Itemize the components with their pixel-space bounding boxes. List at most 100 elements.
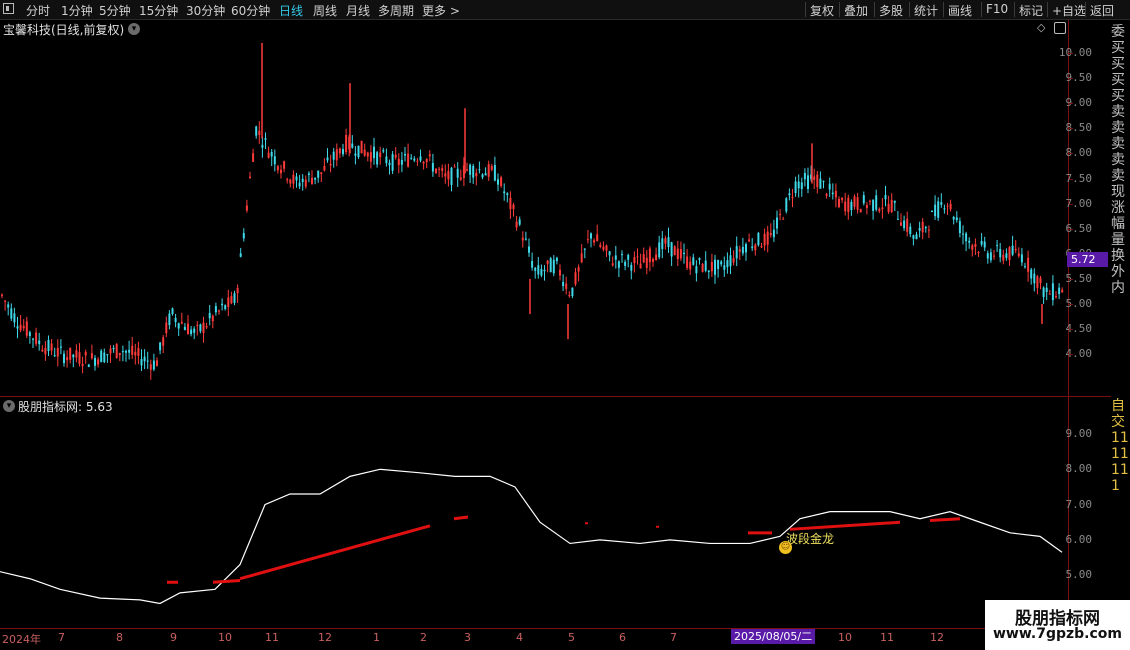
candle-body [695, 266, 698, 274]
diamond-icon[interactable]: ◇ [1037, 21, 1045, 34]
main-y-tick [1069, 153, 1073, 155]
toolbar-button-3[interactable]: 统计 [914, 2, 938, 19]
period-tab-2[interactable]: 5分钟 [99, 2, 131, 19]
candle-body [986, 253, 989, 259]
candle-body [540, 269, 543, 276]
period-tab-9[interactable]: 多周期 [378, 2, 414, 19]
x-tick-label: 1 [373, 631, 380, 644]
toolbar-button-5[interactable]: F10 [986, 2, 1008, 16]
candle-body [1024, 266, 1026, 268]
toolbar-button-1[interactable]: 叠加 [844, 2, 868, 19]
candle-body [69, 347, 72, 360]
candle-body [1058, 287, 1061, 295]
candle-body [943, 208, 946, 210]
candle-body [580, 253, 583, 263]
candle-body [342, 149, 344, 155]
candle-body [152, 360, 155, 370]
period-tab-8[interactable]: 月线 [346, 2, 370, 19]
period-tab-4[interactable]: 30分钟 [186, 2, 225, 19]
candle-body [946, 205, 949, 207]
candle-body [307, 173, 310, 175]
candle-body [177, 323, 180, 329]
candle-body [521, 237, 524, 241]
period-tab-5[interactable]: 60分钟 [231, 2, 270, 19]
toolbar-button-7[interactable]: +自选 [1052, 2, 1086, 19]
period-tab-1[interactable]: 1分钟 [61, 2, 93, 19]
candle-body [528, 246, 530, 253]
main-y-tick [1069, 203, 1073, 205]
candle-body [416, 160, 419, 162]
candlestick-chart[interactable] [0, 35, 1066, 395]
candle-body [819, 178, 822, 189]
candle-body [797, 181, 800, 189]
candle-body [741, 246, 744, 254]
candle-body [211, 315, 214, 322]
period-tab-10[interactable]: 更多 > [422, 2, 460, 19]
chevron-down-icon[interactable]: ▾ [128, 23, 140, 35]
period-tab-0[interactable]: 分时 [26, 2, 50, 19]
toolbar-button-8[interactable]: 返回 [1090, 2, 1114, 19]
candle-body [466, 169, 468, 171]
candle-body [469, 164, 472, 175]
settings-square-icon[interactable] [1054, 22, 1066, 34]
candle-body [264, 138, 267, 140]
highlight-date: 2025/08/05/二 [731, 629, 816, 644]
candle-body [441, 168, 444, 171]
candle-body [636, 256, 639, 258]
candle-body [59, 346, 62, 348]
candle-body [4, 300, 7, 302]
candle-body [844, 201, 847, 212]
period-tab-3[interactable]: 15分钟 [139, 2, 178, 19]
candle-body [205, 326, 208, 328]
candle-body [738, 249, 741, 252]
candle-body [292, 174, 295, 184]
candle-body [893, 200, 896, 203]
toolbar-button-6[interactable]: 标记 [1019, 2, 1043, 19]
candle-body [611, 263, 614, 266]
candle-body [487, 164, 490, 177]
candle-body [385, 156, 388, 164]
candle-body [106, 354, 109, 356]
indicator-y-tick-label: 7.00 [1065, 497, 1093, 511]
indicator-chart[interactable] [0, 400, 1066, 626]
candle-body [230, 296, 233, 304]
candle-body [1002, 254, 1005, 261]
candle-body [509, 197, 512, 210]
toolbar-button-2[interactable]: 多股 [879, 2, 903, 19]
main-y-tick [1069, 103, 1073, 105]
candle-body [1008, 247, 1011, 260]
candle-body [927, 229, 930, 231]
candle-body [652, 259, 654, 262]
candle-body [301, 178, 304, 183]
candle-body [109, 348, 112, 354]
period-tab-7[interactable]: 周线 [313, 2, 337, 19]
candle-body [816, 174, 819, 188]
candle-body [419, 156, 422, 161]
candle-body [915, 234, 918, 240]
candle-body [338, 148, 341, 154]
candle-body [360, 140, 363, 154]
candle-body [249, 176, 251, 178]
period-tab-6[interactable]: 日线 [279, 2, 303, 19]
toolbar-button-4[interactable]: 画线 [948, 2, 972, 19]
candle-body [825, 194, 828, 196]
candle-body [490, 166, 493, 170]
candle-body [1017, 253, 1020, 256]
candle-body [366, 152, 369, 157]
window-menu-icon[interactable] [3, 3, 14, 14]
toolbar-button-0[interactable]: 复权 [810, 2, 834, 19]
candle-body [1, 294, 3, 296]
candle-body [56, 347, 59, 357]
candle-body [242, 233, 245, 239]
candle-body [131, 345, 134, 355]
candle-body [388, 162, 391, 166]
candle-body [701, 264, 704, 272]
candle-body [834, 190, 837, 198]
candle-body [627, 255, 630, 260]
candle-body [670, 242, 673, 257]
indicator-y-tick-label: 9.00 [1065, 427, 1093, 440]
candle-body [850, 201, 853, 211]
candle-body [782, 218, 785, 220]
smiley-icon: ☺ [779, 541, 792, 554]
candle-body [168, 313, 171, 326]
